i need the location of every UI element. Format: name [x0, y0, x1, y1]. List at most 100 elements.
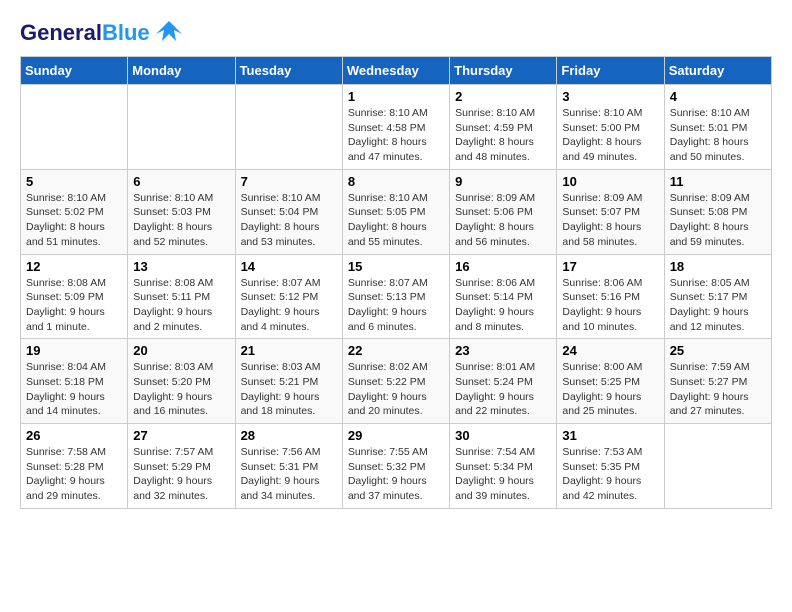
- calendar-cell: 19Sunrise: 8:04 AMSunset: 5:18 PMDayligh…: [21, 339, 128, 424]
- day-info: Sunrise: 8:10 AMSunset: 5:05 PMDaylight:…: [348, 191, 444, 250]
- day-info: Sunrise: 7:53 AMSunset: 5:35 PMDaylight:…: [562, 445, 658, 504]
- day-info: Sunrise: 8:08 AMSunset: 5:11 PMDaylight:…: [133, 276, 229, 335]
- day-info: Sunrise: 8:03 AMSunset: 5:21 PMDaylight:…: [241, 360, 337, 419]
- calendar-week-3: 12 Sunrise: 8:08 AMSunset: 5:09 PMDayligh…: [21, 254, 772, 339]
- calendar-cell: 6Sunrise: 8:10 AMSunset: 5:03 PMDaylight…: [128, 169, 235, 254]
- day-number: 16: [455, 259, 551, 274]
- calendar-cell: 4 Sunrise: 8:10 AMSunset: 5:01 PMDaylight…: [664, 85, 771, 170]
- day-info: Sunrise: 8:10 AMSunset: 5:04 PMDaylight:…: [241, 191, 337, 250]
- day-info: Sunrise: 7:58 AMSunset: 5:28 PMDaylight:…: [26, 445, 122, 504]
- day-info: Sunrise: 8:10 AMSunset: 4:58 PMDaylight:…: [348, 106, 444, 165]
- calendar-cell: 26 Sunrise: 7:58 AMSunset: 5:28 PMDayligh…: [21, 424, 128, 509]
- day-info: Sunrise: 8:08 AMSunset: 5:09 PMDaylight:…: [26, 276, 122, 335]
- weekday-header-wednesday: Wednesday: [342, 57, 449, 85]
- day-number: 1: [348, 89, 444, 104]
- day-info: Sunrise: 7:59 AMSunset: 5:27 PMDaylight:…: [670, 360, 766, 419]
- day-number: 28: [241, 428, 337, 443]
- calendar-cell: 14 Sunrise: 8:07 AMSunset: 5:12 PMDayligh…: [235, 254, 342, 339]
- weekday-header-sunday: Sunday: [21, 57, 128, 85]
- logo-bird-icon: [154, 16, 184, 46]
- weekday-header-row: SundayMondayTuesdayWednesdayThursdayFrid…: [21, 57, 772, 85]
- day-info: Sunrise: 8:10 AMSunset: 5:02 PMDaylight:…: [26, 191, 122, 250]
- calendar-week-4: 19Sunrise: 8:04 AMSunset: 5:18 PMDayligh…: [21, 339, 772, 424]
- day-number: 18: [670, 259, 766, 274]
- calendar-cell: 27 Sunrise: 7:57 AMSunset: 5:29 PMDayligh…: [128, 424, 235, 509]
- day-number: 21: [241, 343, 337, 358]
- calendar-cell: 16 Sunrise: 8:06 AMSunset: 5:14 PMDayligh…: [450, 254, 557, 339]
- weekday-header-monday: Monday: [128, 57, 235, 85]
- day-info: Sunrise: 8:05 AMSunset: 5:17 PMDaylight:…: [670, 276, 766, 335]
- weekday-header-tuesday: Tuesday: [235, 57, 342, 85]
- day-number: 30: [455, 428, 551, 443]
- day-info: Sunrise: 8:00 AMSunset: 5:25 PMDaylight:…: [562, 360, 658, 419]
- day-number: 20: [133, 343, 229, 358]
- day-info: Sunrise: 8:02 AMSunset: 5:22 PMDaylight:…: [348, 360, 444, 419]
- day-number: 27: [133, 428, 229, 443]
- day-info: Sunrise: 7:55 AMSunset: 5:32 PMDaylight:…: [348, 445, 444, 504]
- day-number: 8: [348, 174, 444, 189]
- calendar-cell: 9 Sunrise: 8:09 AMSunset: 5:06 PMDaylight…: [450, 169, 557, 254]
- day-info: Sunrise: 8:07 AMSunset: 5:13 PMDaylight:…: [348, 276, 444, 335]
- day-info: Sunrise: 8:09 AMSunset: 5:06 PMDaylight:…: [455, 191, 551, 250]
- day-number: 25: [670, 343, 766, 358]
- calendar-cell: 15 Sunrise: 8:07 AMSunset: 5:13 PMDayligh…: [342, 254, 449, 339]
- day-number: 19: [26, 343, 122, 358]
- day-number: 15: [348, 259, 444, 274]
- day-number: 3: [562, 89, 658, 104]
- day-info: Sunrise: 8:09 AMSunset: 5:07 PMDaylight:…: [562, 191, 658, 250]
- calendar-cell: 21 Sunrise: 8:03 AMSunset: 5:21 PMDayligh…: [235, 339, 342, 424]
- calendar-cell: 8 Sunrise: 8:10 AMSunset: 5:05 PMDaylight…: [342, 169, 449, 254]
- day-info: Sunrise: 7:54 AMSunset: 5:34 PMDaylight:…: [455, 445, 551, 504]
- day-info: Sunrise: 8:06 AMSunset: 5:14 PMDaylight:…: [455, 276, 551, 335]
- calendar-cell: 10 Sunrise: 8:09 AMSunset: 5:07 PMDayligh…: [557, 169, 664, 254]
- day-number: 7: [241, 174, 337, 189]
- weekday-header-thursday: Thursday: [450, 57, 557, 85]
- calendar-cell: 18 Sunrise: 8:05 AMSunset: 5:17 PMDayligh…: [664, 254, 771, 339]
- calendar-cell: 13 Sunrise: 8:08 AMSunset: 5:11 PMDayligh…: [128, 254, 235, 339]
- day-info: Sunrise: 8:01 AMSunset: 5:24 PMDaylight:…: [455, 360, 551, 419]
- weekday-header-saturday: Saturday: [664, 57, 771, 85]
- calendar-cell: [21, 85, 128, 170]
- calendar-cell: 17Sunrise: 8:06 AMSunset: 5:16 PMDayligh…: [557, 254, 664, 339]
- day-info: Sunrise: 8:10 AMSunset: 4:59 PMDaylight:…: [455, 106, 551, 165]
- day-info: Sunrise: 8:10 AMSunset: 5:03 PMDaylight:…: [133, 191, 229, 250]
- calendar-week-2: 5 Sunrise: 8:10 AMSunset: 5:02 PMDaylight…: [21, 169, 772, 254]
- calendar-cell: 11 Sunrise: 8:09 AMSunset: 5:08 PMDayligh…: [664, 169, 771, 254]
- day-number: 11: [670, 174, 766, 189]
- day-number: 10: [562, 174, 658, 189]
- day-number: 12: [26, 259, 122, 274]
- day-info: Sunrise: 8:03 AMSunset: 5:20 PMDaylight:…: [133, 360, 229, 419]
- calendar-cell: 20 Sunrise: 8:03 AMSunset: 5:20 PMDayligh…: [128, 339, 235, 424]
- weekday-header-friday: Friday: [557, 57, 664, 85]
- day-info: Sunrise: 8:10 AMSunset: 5:00 PMDaylight:…: [562, 106, 658, 165]
- calendar-cell: 12 Sunrise: 8:08 AMSunset: 5:09 PMDayligh…: [21, 254, 128, 339]
- calendar-cell: [128, 85, 235, 170]
- calendar-cell: 24 Sunrise: 8:00 AMSunset: 5:25 PMDayligh…: [557, 339, 664, 424]
- day-number: 22: [348, 343, 444, 358]
- calendar-week-1: 1 Sunrise: 8:10 AMSunset: 4:58 PMDaylight…: [21, 85, 772, 170]
- calendar-cell: 31 Sunrise: 7:53 AMSunset: 5:35 PMDayligh…: [557, 424, 664, 509]
- day-number: 13: [133, 259, 229, 274]
- calendar-cell: 23 Sunrise: 8:01 AMSunset: 5:24 PMDayligh…: [450, 339, 557, 424]
- day-info: Sunrise: 7:57 AMSunset: 5:29 PMDaylight:…: [133, 445, 229, 504]
- day-number: 31: [562, 428, 658, 443]
- day-number: 9: [455, 174, 551, 189]
- calendar-cell: [664, 424, 771, 509]
- calendar-cell: 28 Sunrise: 7:56 AMSunset: 5:31 PMDayligh…: [235, 424, 342, 509]
- day-info: Sunrise: 8:07 AMSunset: 5:12 PMDaylight:…: [241, 276, 337, 335]
- calendar-cell: 30 Sunrise: 7:54 AMSunset: 5:34 PMDayligh…: [450, 424, 557, 509]
- day-info: Sunrise: 7:56 AMSunset: 5:31 PMDaylight:…: [241, 445, 337, 504]
- day-number: 26: [26, 428, 122, 443]
- day-info: Sunrise: 8:09 AMSunset: 5:08 PMDaylight:…: [670, 191, 766, 250]
- day-number: 5: [26, 174, 122, 189]
- day-info: Sunrise: 8:10 AMSunset: 5:01 PMDaylight:…: [670, 106, 766, 165]
- day-number: 29: [348, 428, 444, 443]
- calendar-cell: 22 Sunrise: 8:02 AMSunset: 5:22 PMDayligh…: [342, 339, 449, 424]
- day-number: 4: [670, 89, 766, 104]
- calendar-cell: 7 Sunrise: 8:10 AMSunset: 5:04 PMDaylight…: [235, 169, 342, 254]
- day-number: 2: [455, 89, 551, 104]
- calendar-cell: 25 Sunrise: 7:59 AMSunset: 5:27 PMDayligh…: [664, 339, 771, 424]
- day-number: 24: [562, 343, 658, 358]
- day-number: 23: [455, 343, 551, 358]
- day-number: 14: [241, 259, 337, 274]
